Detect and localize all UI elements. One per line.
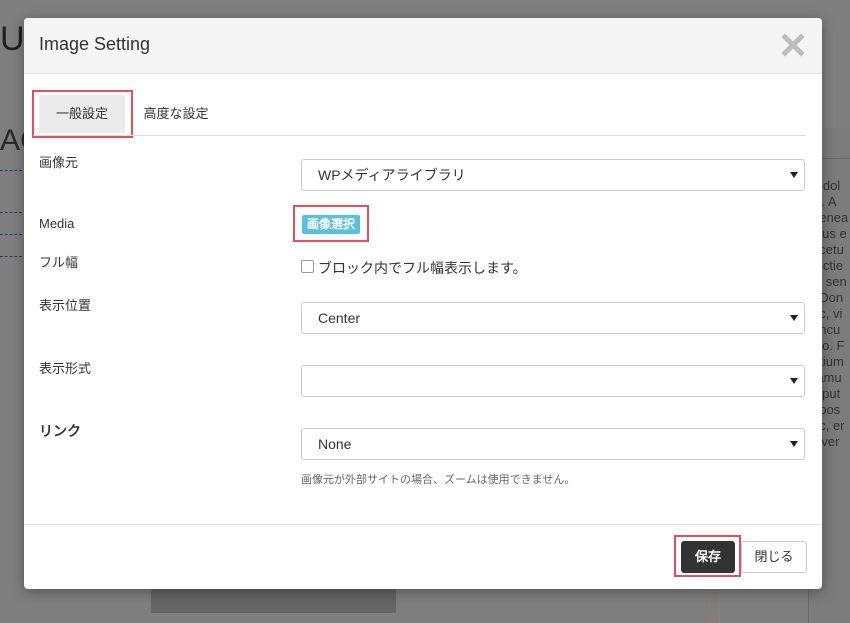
chevron-down-icon: [790, 441, 798, 447]
zoom-help-text: 画像元が外部サイトの場合、ズームは使用できません。: [301, 474, 576, 486]
full-width-checkbox-label[interactable]: ブロック内でフル幅表示します。: [318, 258, 527, 278]
tab-advanced[interactable]: 高度な設定: [136, 95, 216, 133]
tab-highlight-box: [32, 90, 133, 138]
position-select-value: Center: [318, 310, 361, 326]
chevron-down-icon: [790, 378, 798, 384]
source-select[interactable]: WPメディアライブラリ: [301, 159, 805, 191]
style-label: 表示形式: [39, 361, 92, 376]
position-label: 表示位置: [39, 298, 92, 313]
style-select[interactable]: [301, 365, 805, 397]
background-divider: [0, 234, 22, 235]
background-block: [151, 586, 396, 613]
media-highlight-box: [293, 205, 369, 242]
footer-divider: [24, 524, 822, 525]
background-divider: [0, 170, 22, 171]
chevron-down-icon: [790, 172, 798, 178]
modal-title: Image Setting: [39, 34, 151, 54]
full-width-checkbox[interactable]: [301, 260, 314, 273]
link-select[interactable]: None: [301, 428, 805, 460]
image-setting-modal: Image Setting 一般設定 高度な設定 画像元 WPメディアライブラリ…: [24, 18, 822, 589]
source-select-value: WPメディアライブラリ: [318, 167, 466, 183]
background-divider: [0, 256, 22, 257]
tabs-divider: [33, 135, 806, 136]
save-highlight-box: [674, 535, 741, 577]
media-label: Media: [39, 216, 75, 231]
modal-header: Image Setting: [24, 18, 822, 74]
background-divider: [709, 588, 710, 623]
link-label: リンク: [39, 423, 81, 439]
background-divider: [719, 588, 720, 623]
link-select-value: None: [318, 436, 352, 452]
full-width-label: フル幅: [39, 255, 79, 270]
source-label: 画像元: [39, 155, 79, 170]
close-button[interactable]: 閉じる: [741, 541, 807, 573]
background-heading: U: [0, 20, 25, 58]
close-icon[interactable]: [781, 33, 805, 57]
background-divider: [0, 212, 22, 213]
chevron-down-icon: [790, 315, 798, 321]
position-select[interactable]: Center: [301, 302, 805, 334]
